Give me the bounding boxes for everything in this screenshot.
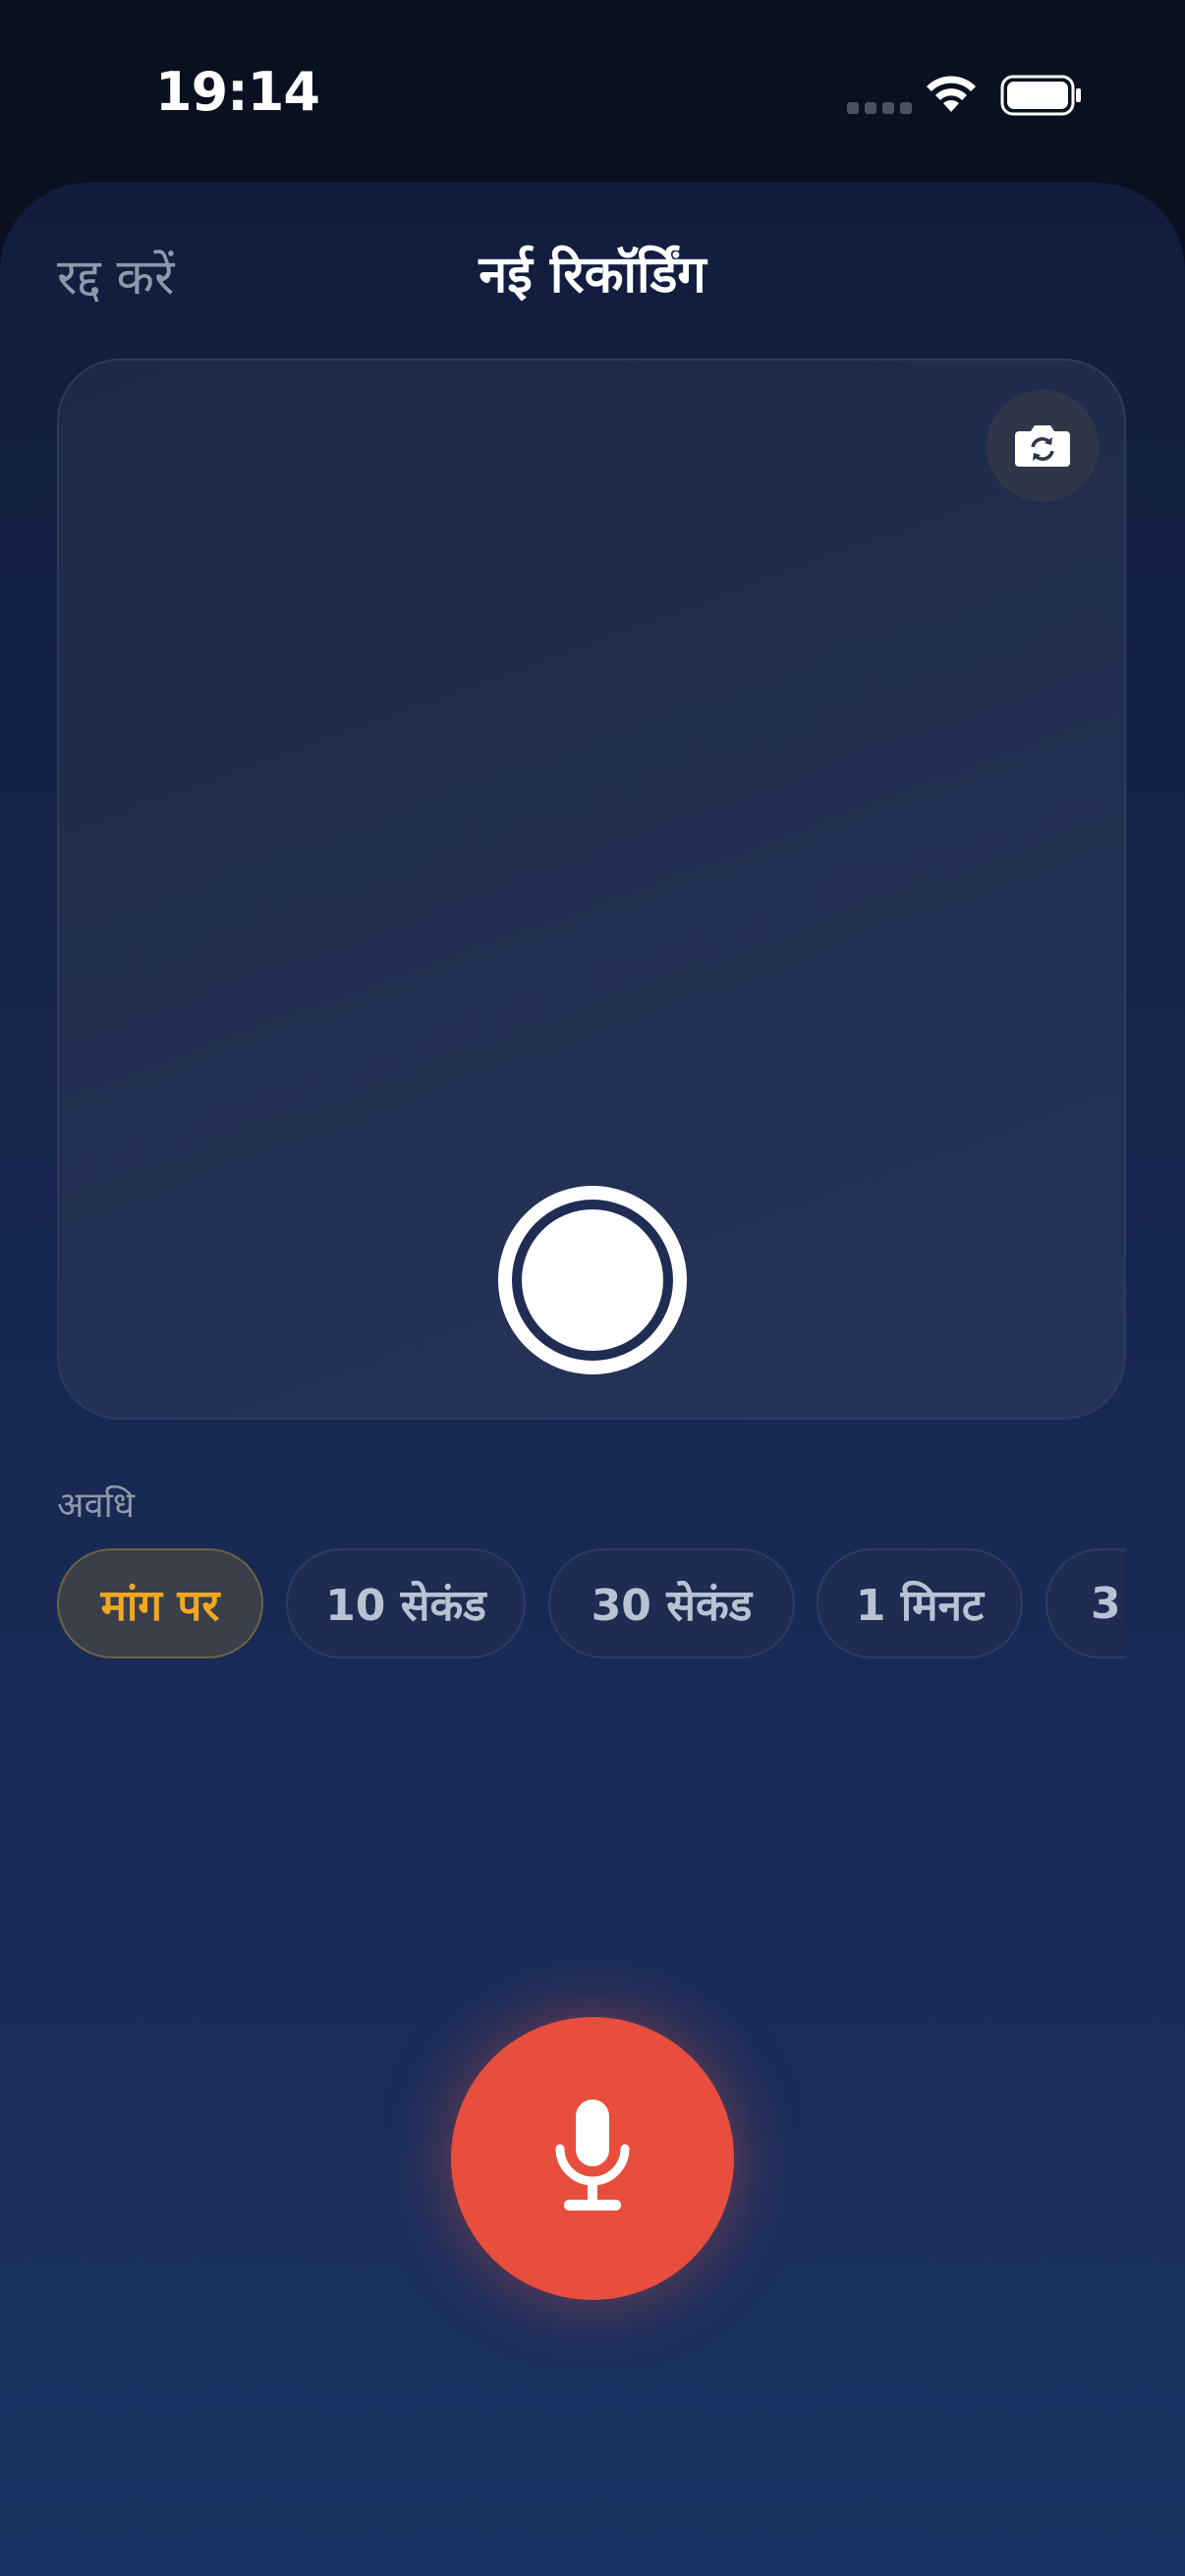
shutter-icon [512,1200,673,1361]
flip-camera-button[interactable] [987,390,1099,502]
microphone-icon [548,2098,637,2219]
status-bar: 19:14 [0,0,1185,187]
signal-icon [847,102,912,114]
record-audio-button[interactable] [451,2017,734,2300]
page-title: नई रिकॉर्डिंग [479,246,706,305]
duration-chip-30s[interactable]: 30 सेकंड [548,1548,795,1658]
recording-sheet: रद्द करें नई रिकॉर्डिंग अवधि मांग पर 10 … [0,183,1185,2576]
battery-icon [1000,73,1083,122]
duration-options: मांग पर 10 सेकंड 30 सेकंड 1 मिनट 3 [57,1548,1126,1662]
duration-chip-3[interactable]: 3 [1045,1548,1126,1658]
duration-chip-1min[interactable]: 1 मिनट [817,1548,1023,1658]
duration-chip-10s[interactable]: 10 सेकंड [286,1548,526,1658]
camera-preview [57,359,1126,1420]
status-time: 19:14 [155,61,320,123]
duration-chip-on-demand[interactable]: मांग पर [57,1548,263,1658]
wifi-icon [924,73,979,118]
camera-flip-icon [1013,420,1072,473]
duration-label: अवधि [57,1485,135,1526]
shutter-button[interactable] [498,1186,687,1374]
